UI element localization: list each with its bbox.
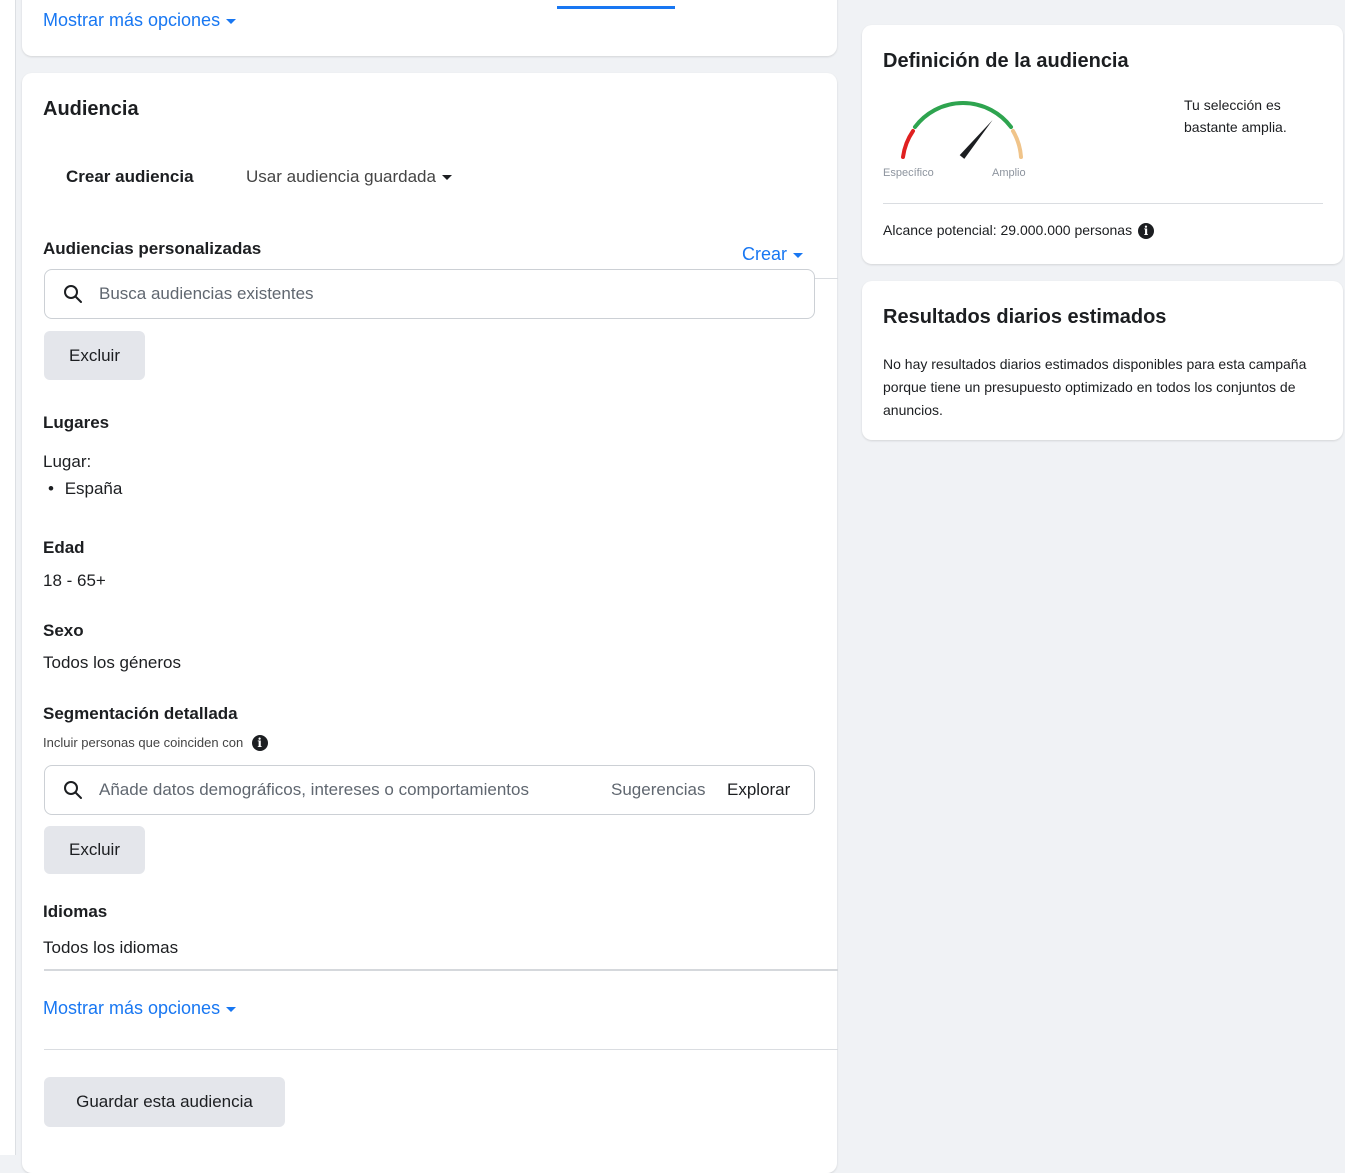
- gauge-red-segment: [901, 129, 915, 159]
- suggestions-link[interactable]: Sugerencias: [611, 780, 706, 800]
- show-more-label: Mostrar más opciones: [43, 10, 221, 30]
- gauge-yellow-segment: [1011, 129, 1023, 159]
- save-audience-button[interactable]: Guardar esta audiencia: [44, 1077, 285, 1127]
- estimated-results-text: No hay resultados diarios estimados disp…: [883, 356, 1307, 418]
- create-audience-dropdown[interactable]: Crear: [742, 244, 804, 265]
- tab-saved-audience-label: Usar audiencia guardada: [246, 167, 436, 186]
- gender-value: Todos los géneros: [43, 653, 181, 672]
- info-icon[interactable]: i: [1137, 223, 1154, 240]
- detailed-subtitle-text: Incluir personas que coinciden con: [43, 735, 244, 750]
- caret-down-icon: [226, 18, 237, 24]
- estimated-results-card: Resultados diarios estimados No hay resu…: [862, 281, 1343, 440]
- custom-audiences-title: Audiencias personalizadas: [43, 239, 262, 258]
- caret-down-icon: [441, 175, 452, 181]
- top-tab-indicator: [557, 6, 675, 9]
- audience-gauge: [901, 101, 1023, 159]
- tab-create-audience[interactable]: Crear audiencia: [66, 167, 194, 187]
- create-label: Crear: [742, 244, 788, 264]
- bullet-icon: •: [48, 479, 54, 498]
- previous-section-card: Mostrar más opciones: [22, 0, 837, 56]
- gauge-needle: [959, 120, 993, 159]
- audience-definition-title: Definición de la audiencia: [883, 50, 1129, 72]
- search-icon: [64, 781, 82, 799]
- gauge-broad-label: Amplio: [992, 167, 1026, 179]
- search-placeholder: Añade datos demográficos, intereses o co…: [99, 780, 529, 799]
- explore-link[interactable]: Explorar: [727, 780, 790, 800]
- exclude-detailed-button[interactable]: Excluir: [44, 826, 145, 874]
- custom-audience-search-input[interactable]: Busca audiencias existentes: [44, 269, 815, 319]
- detailed-targeting-title: Segmentación detallada: [43, 704, 238, 723]
- gauge-specific-label: Específico: [883, 167, 934, 179]
- age-title: Edad: [43, 538, 85, 557]
- detailed-targeting-subtitle: Incluir personas que coinciden con i: [43, 734, 268, 752]
- search-placeholder: Busca audiencias existentes: [99, 284, 314, 303]
- estimated-results-title: Resultados diarios estimados: [883, 306, 1167, 328]
- place-label: Lugar:: [43, 452, 92, 471]
- audience-card: Audiencia Crear audiencia Usar audiencia…: [22, 73, 838, 1173]
- gauge-green-segment: [913, 101, 1013, 129]
- caret-down-icon: [793, 252, 804, 258]
- place-item-label: España: [64, 479, 123, 498]
- exclude-custom-button[interactable]: Excluir: [44, 331, 145, 380]
- detailed-targeting-search-input[interactable]: Añade datos demográficos, intereses o co…: [44, 765, 815, 815]
- show-more-options-bottom[interactable]: Mostrar más opciones: [43, 998, 237, 1019]
- potential-reach-text: Alcance potencial: 29.000.000 personas: [883, 222, 1133, 238]
- definition-divider: [883, 203, 1323, 204]
- gender-title: Sexo: [43, 621, 84, 640]
- show-more-options-top[interactable]: Mostrar más opciones: [43, 10, 237, 31]
- tab-saved-audience[interactable]: Usar audiencia guardada: [246, 167, 452, 187]
- caret-down-icon: [226, 1006, 237, 1012]
- left-panel-edge: [0, 0, 16, 1155]
- place-item: • España: [48, 479, 122, 499]
- show-more-label: Mostrar más opciones: [43, 998, 221, 1018]
- potential-reach: Alcance potencial: 29.000.000 personas i: [883, 222, 1154, 240]
- places-title: Lugares: [43, 413, 110, 432]
- info-icon[interactable]: i: [251, 734, 268, 751]
- selection-description: Tu selección es bastante amplia.: [1184, 97, 1287, 135]
- age-value: 18 - 65+: [43, 571, 106, 590]
- section-divider: [44, 969, 838, 971]
- audience-title: Audiencia: [43, 98, 139, 120]
- search-icon: [64, 285, 82, 303]
- languages-title: Idiomas: [43, 902, 108, 921]
- audience-definition-card: Definición de la audiencia Específico Am…: [862, 25, 1343, 264]
- languages-value: Todos los idiomas: [43, 938, 179, 957]
- section-divider: [44, 1049, 838, 1050]
